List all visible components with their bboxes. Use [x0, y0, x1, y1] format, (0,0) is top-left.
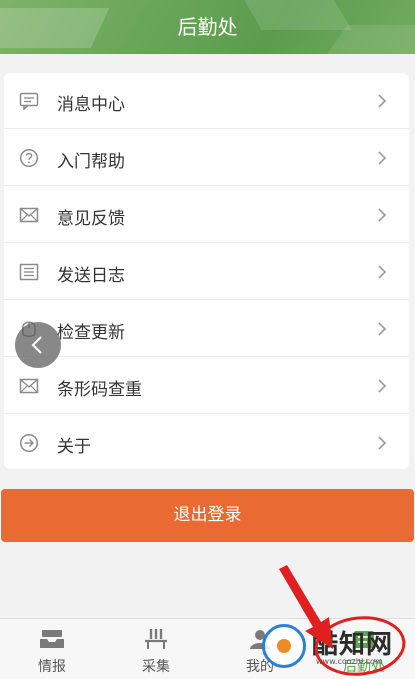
- page-title: 后勤处: [177, 15, 238, 39]
- log-icon: [18, 262, 40, 282]
- menu-item-check-update[interactable]: 检查更新: [4, 301, 409, 357]
- message-icon: [18, 91, 40, 111]
- menu-item-label: 发送日志: [57, 266, 125, 286]
- menu-item-label: 关于: [57, 437, 91, 457]
- menu-item-label: 入门帮助: [57, 152, 125, 172]
- nav-item-label: 情报: [38, 659, 66, 675]
- menu-item-message-center[interactable]: 消息中心: [4, 73, 409, 129]
- header-decoration: [238, 0, 352, 30]
- divider: [4, 413, 409, 414]
- chevron-right-icon: [377, 150, 387, 166]
- red-circle-annotation: [314, 616, 406, 676]
- menu-item-feedback[interactable]: 意见反馈: [4, 187, 409, 243]
- chevron-right-icon: [377, 93, 387, 109]
- menu-list: 消息中心 入门帮助 意见反馈 发送日志 检查更新 条形码查重 关于: [4, 73, 409, 469]
- header-bar: 后勤处: [0, 0, 415, 54]
- menu-item-label: 消息中心: [57, 95, 125, 115]
- divider: [4, 299, 409, 300]
- nav-item-collect[interactable]: 采集: [104, 619, 208, 679]
- menu-item-label: 意见反馈: [57, 209, 125, 229]
- menu-item-barcode-check[interactable]: 条形码查重: [4, 358, 409, 414]
- menu-item-about[interactable]: 关于: [4, 415, 409, 471]
- mail-icon: [18, 205, 40, 225]
- menu-item-help[interactable]: 入门帮助: [4, 130, 409, 186]
- logout-button[interactable]: 退出登录: [1, 489, 414, 542]
- chevron-right-icon: [377, 378, 387, 394]
- collect-icon: [142, 627, 170, 651]
- nav-item-label: 采集: [142, 659, 170, 675]
- menu-item-label: 检查更新: [57, 323, 125, 343]
- header-decoration: [0, 8, 110, 48]
- divider: [4, 242, 409, 243]
- menu-item-label: 条形码查重: [57, 380, 142, 400]
- inbox-icon: [38, 627, 66, 651]
- mail-icon: [18, 376, 40, 396]
- divider: [4, 356, 409, 357]
- chevron-right-icon: [377, 207, 387, 223]
- chevron-right-icon: [377, 264, 387, 280]
- chevron-right-icon: [377, 435, 387, 451]
- about-icon: [18, 433, 40, 453]
- back-button[interactable]: [15, 322, 61, 368]
- divider: [4, 185, 409, 186]
- help-icon: [18, 148, 40, 168]
- chevron-right-icon: [377, 321, 387, 337]
- nav-item-intelligence[interactable]: 情报: [0, 619, 104, 679]
- menu-item-send-log[interactable]: 发送日志: [4, 244, 409, 300]
- chevron-left-icon: [31, 336, 42, 354]
- divider: [4, 128, 409, 129]
